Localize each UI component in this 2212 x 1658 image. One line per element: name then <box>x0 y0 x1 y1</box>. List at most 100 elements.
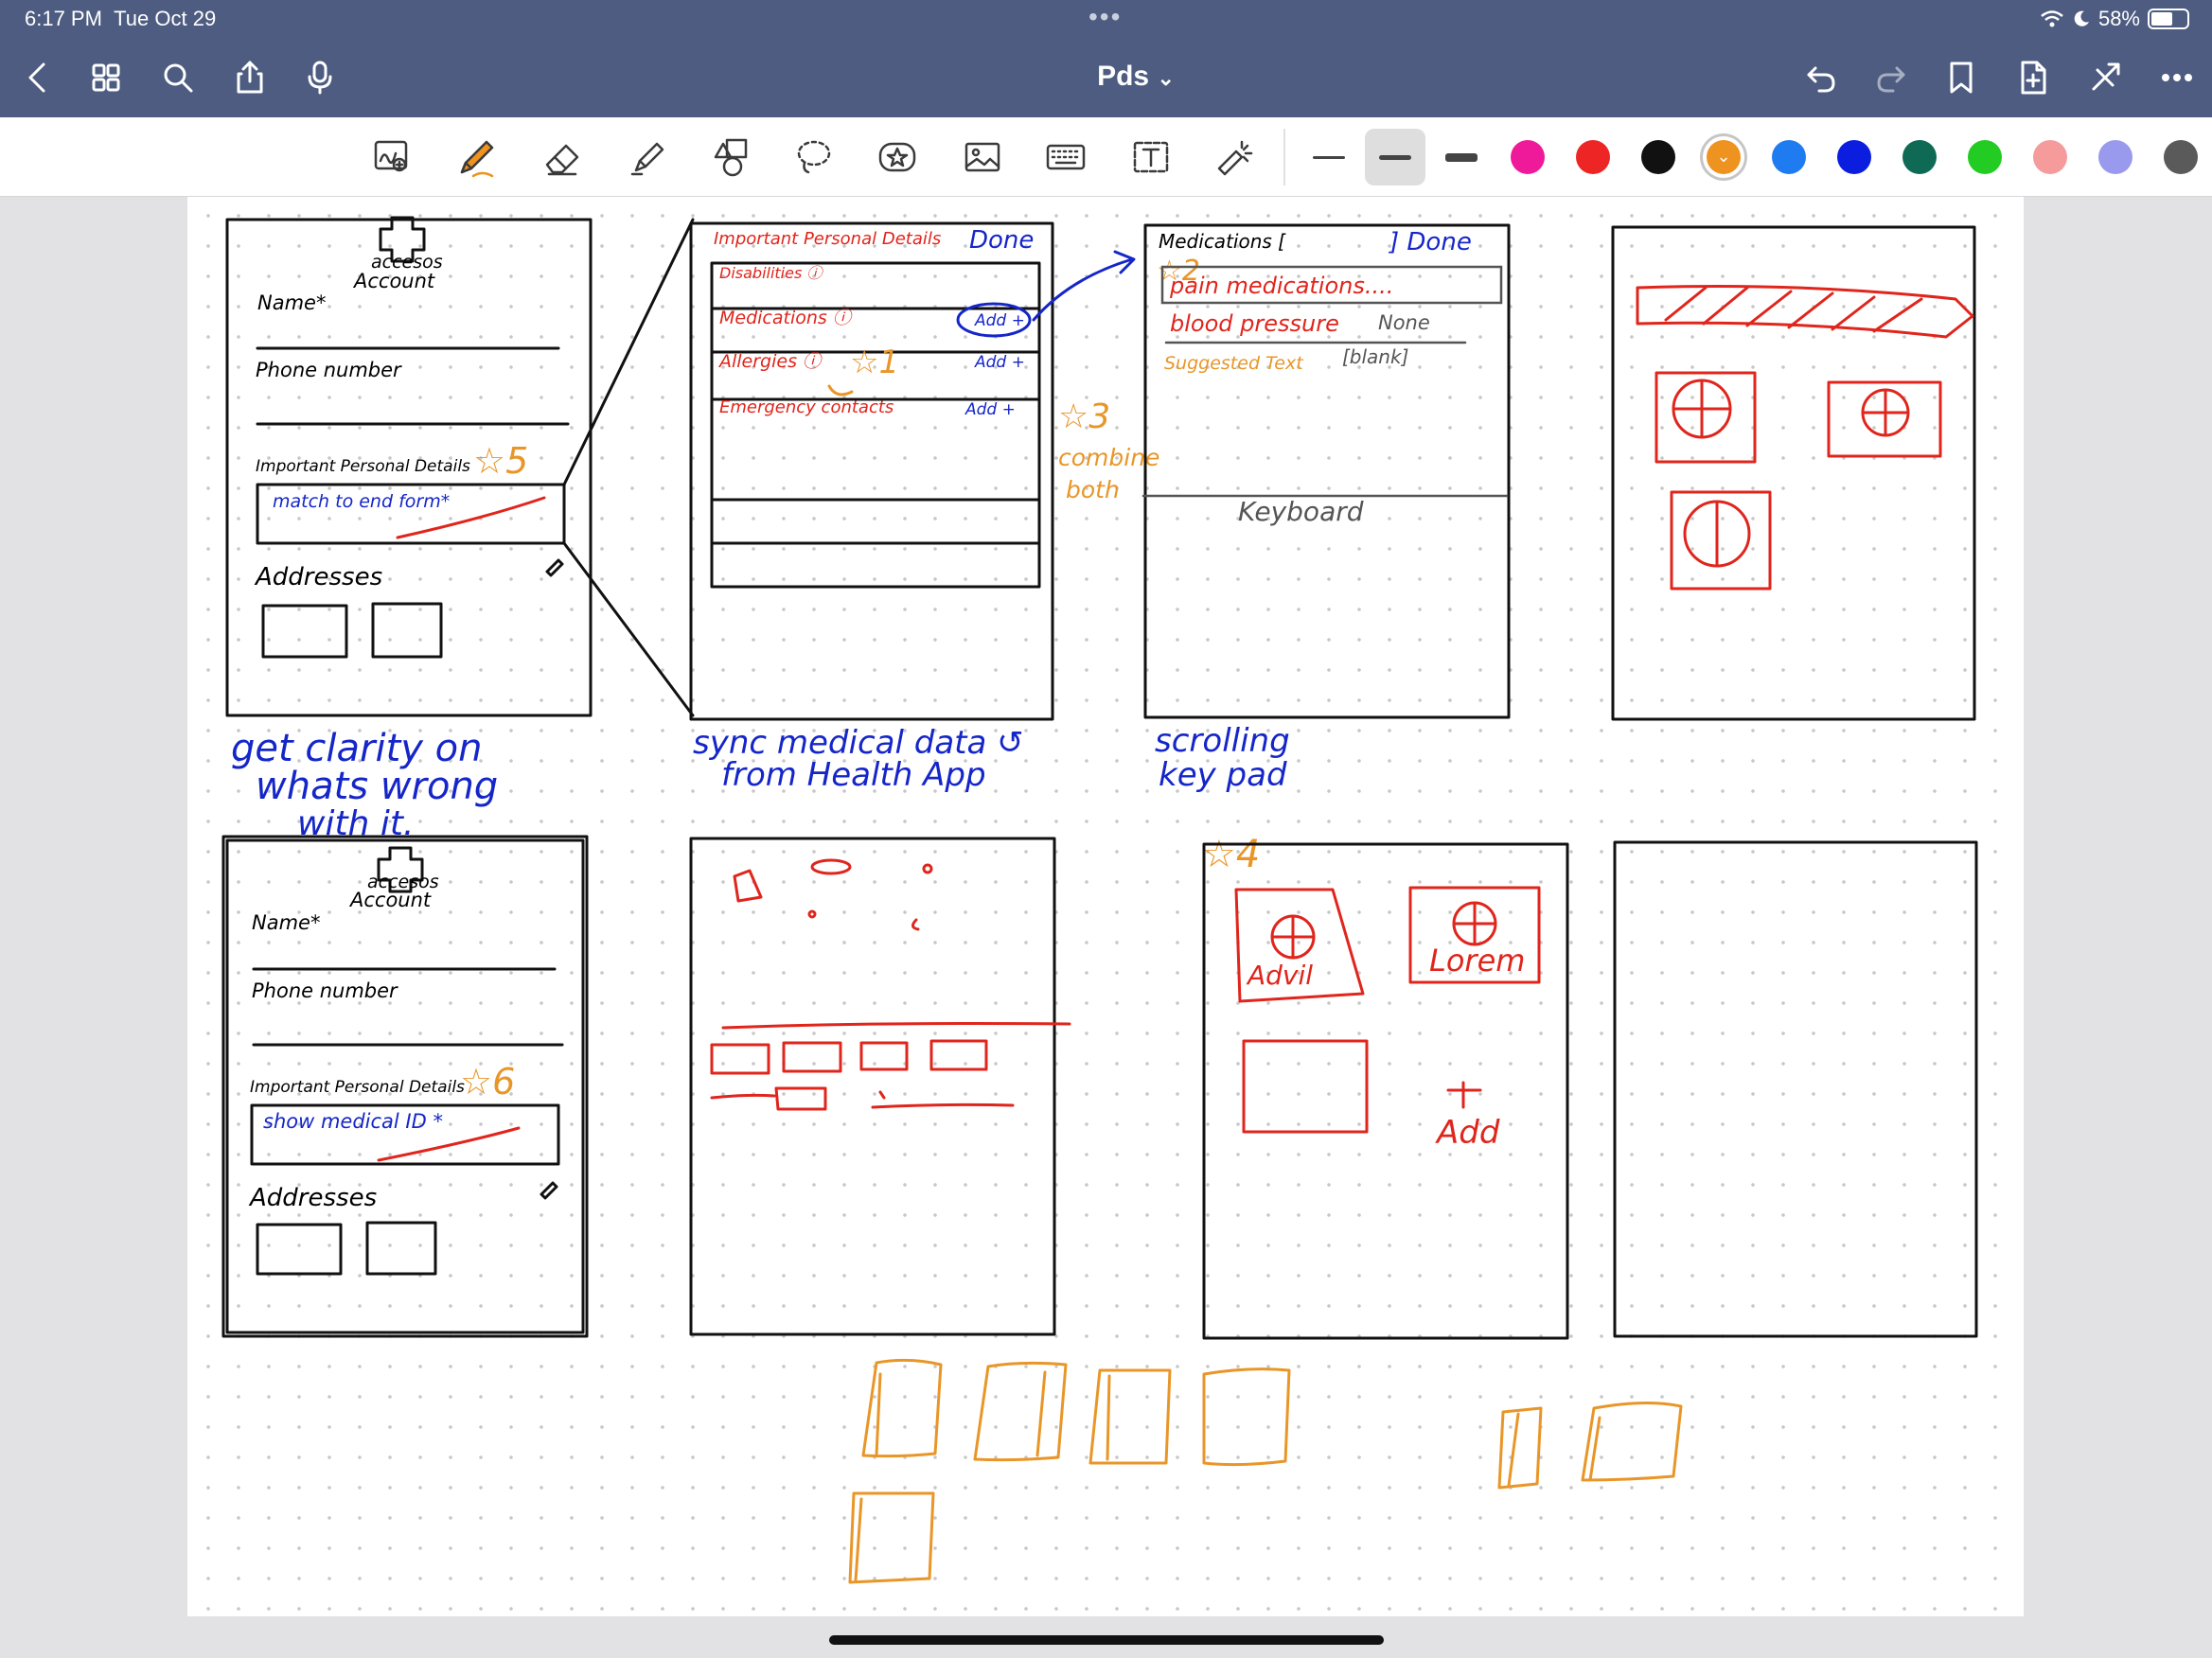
shapes-icon[interactable] <box>702 131 759 184</box>
f5-account: Account <box>348 889 432 911</box>
grid-view-icon[interactable] <box>80 51 133 104</box>
f2-emergency: Emergency contacts <box>719 397 894 417</box>
wireframe-grid-red <box>1611 225 1976 721</box>
f1-star-5: ☆5 <box>473 440 528 482</box>
f7-lorem: Lorem <box>1429 943 1525 979</box>
add-page-icon[interactable] <box>2007 51 2060 104</box>
f1-phone-label: Phone number <box>256 359 402 381</box>
f2-star-1: ☆1 <box>850 344 899 381</box>
f5-field-note: show medical ID * <box>263 1110 443 1133</box>
color-swatch-dark-green[interactable] <box>1902 140 1937 174</box>
battery-icon <box>2148 9 2189 29</box>
close-toolbar-icon[interactable] <box>2079 51 2132 104</box>
line-width-thick[interactable] <box>1431 129 1492 185</box>
more-icon[interactable] <box>2150 51 2203 104</box>
f2-allergies: Allergies ⓘ <box>717 351 823 372</box>
f2-add-medications: Add + <box>974 311 1025 330</box>
highlighter-icon[interactable] <box>619 131 676 184</box>
wireframe-red-sketch <box>689 837 1071 1336</box>
color-swatch-black[interactable] <box>1641 140 1675 174</box>
eraser-icon[interactable] <box>534 131 591 184</box>
line-width-thin[interactable] <box>1299 129 1359 185</box>
zoom-window-icon[interactable] <box>363 131 420 184</box>
f5-phone-label: Phone number <box>252 979 398 1002</box>
multitask-dots[interactable]: ••• <box>1088 2 1122 32</box>
f1-addresses-label: Addresses <box>254 563 382 591</box>
toolbar-separator <box>1283 129 1285 185</box>
nav-bar: Pds ⌄ <box>0 38 2212 117</box>
caption2-line2: from Health App <box>721 756 986 794</box>
wifi-icon <box>2041 10 2063 27</box>
f2-add-emergency: Add + <box>964 400 1016 419</box>
f3-blank: [blank] <box>1342 345 1408 368</box>
f3-none: None <box>1378 311 1430 334</box>
f5-addresses-label: Addresses <box>248 1184 377 1212</box>
f5-edit-pencil-icon <box>540 1181 558 1200</box>
f2-done: Done <box>969 226 1034 255</box>
bookmark-icon[interactable] <box>1935 51 1988 104</box>
f7-add: Add <box>1435 1114 1500 1152</box>
color-swatch-red[interactable] <box>1576 140 1610 174</box>
back-icon[interactable] <box>11 51 64 104</box>
color-swatch-blue[interactable] <box>1837 140 1871 174</box>
f2-add-allergies: Add + <box>974 353 1025 372</box>
caption3-line1: scrolling <box>1155 722 1290 760</box>
status-time: 6:17 PM Tue Oct 29 <box>25 7 217 30</box>
color-swatch-pink[interactable] <box>1511 140 1545 174</box>
caption3-line2: key pad <box>1159 756 1287 794</box>
f3-suggested-text: Suggested Text <box>1164 353 1304 374</box>
f1-account: Account <box>352 270 435 292</box>
f3-medications: Medications [ <box>1159 230 1286 253</box>
f1-edit-pencil-icon <box>545 558 564 577</box>
laser-pointer-icon[interactable] <box>1206 131 1263 184</box>
wireframe-account-form-2: accesos Account Name* Phone number Impor… <box>221 835 589 1338</box>
image-icon[interactable] <box>954 131 1011 184</box>
document-title[interactable]: Pds ⌄ <box>1041 61 1230 93</box>
color-swatch-salmon[interactable] <box>2033 140 2067 174</box>
status-bar: 6:17 PM Tue Oct 29 ••• 58% <box>0 0 2212 38</box>
f3-pain-medications: pain medications.... <box>1169 273 1393 299</box>
search-icon[interactable] <box>151 51 204 104</box>
handwritten-sketches: accesos Account Name* Phone number Impor… <box>221 216 1978 1584</box>
wireframe-account-form-1: accesos Account Name* Phone number Impor… <box>225 216 593 717</box>
line-width-medium[interactable] <box>1365 129 1425 185</box>
status-date: Tue Oct 29 <box>114 7 217 30</box>
status-indicators: 58% <box>2040 7 2189 31</box>
battery-percent: 58% <box>2097 7 2140 30</box>
color-swatch-green[interactable] <box>1968 140 2002 174</box>
f1-name-label: Name* <box>257 291 326 314</box>
wireframe-empty-frame <box>1613 840 1978 1338</box>
f5-ipd-label: Important Personal Details <box>250 1078 465 1097</box>
f7-star-4: ☆4 <box>1202 833 1260 876</box>
orange-box-sketches <box>848 1358 1683 1584</box>
f2-medications: Medications ⓘ <box>719 308 854 328</box>
redo-icon[interactable] <box>1865 51 1918 104</box>
chevron-down-icon: ⌄ <box>1157 66 1175 90</box>
f3-blood-pressure: blood pressure <box>1170 310 1339 337</box>
note3-line2: both <box>1066 476 1120 503</box>
color-swatch-light-blue[interactable] <box>1772 140 1806 174</box>
color-swatch-orange[interactable]: ⌄ <box>1707 140 1741 174</box>
f1-field-note: match to end form* <box>273 491 450 512</box>
f7-advil: Advil <box>1246 960 1313 991</box>
f3-done: ] Done <box>1389 228 1472 256</box>
sticker-icon[interactable] <box>869 131 926 184</box>
wireframe-medications: Medications [ ] Done ☆2 pain medications… <box>1141 223 1511 719</box>
f5-star-6: ☆6 <box>460 1061 515 1102</box>
text-box-icon[interactable] <box>1123 131 1179 184</box>
f2-disabilities: Disabilities ⓘ <box>719 264 823 282</box>
f3-keyboard: Keyboard <box>1238 496 1364 527</box>
undo-icon[interactable] <box>1795 51 1848 104</box>
keyboard-icon[interactable] <box>1037 131 1094 184</box>
wireframe-personal-details: Important Personal Details Done Disabili… <box>689 221 1054 721</box>
color-swatch-lavender[interactable] <box>2098 140 2132 174</box>
microphone-icon[interactable] <box>293 51 346 104</box>
share-icon[interactable] <box>223 51 276 104</box>
note3-star: ☆3 <box>1058 397 1110 436</box>
home-indicator[interactable] <box>829 1635 1384 1645</box>
drawing-toolbar: ⌄ <box>0 117 2212 197</box>
note-canvas[interactable]: accesos Account Name* Phone number Impor… <box>0 197 2212 1658</box>
color-swatch-gray[interactable] <box>2164 140 2198 174</box>
pen-icon[interactable] <box>447 131 504 184</box>
lasso-icon[interactable] <box>786 131 842 184</box>
